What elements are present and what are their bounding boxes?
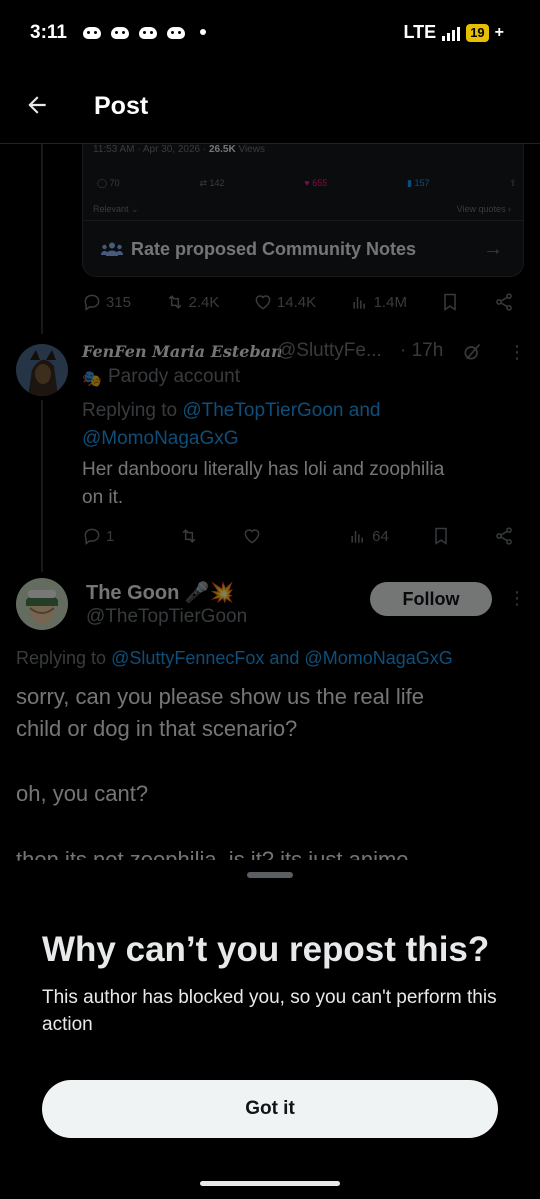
community-notes-label: Rate proposed Community Notes <box>131 239 417 259</box>
quoted-bookmarks: ▮ 157 <box>407 178 430 188</box>
views-button[interactable]: 1.4M <box>350 292 407 312</box>
avatar[interactable] <box>16 344 68 396</box>
share-icon <box>496 293 512 311</box>
bookmark-icon <box>435 527 448 545</box>
reply-button[interactable]: 315 <box>82 292 131 312</box>
parody-label: Parody account <box>108 366 241 387</box>
heart-icon <box>244 529 259 544</box>
network-label: LTE <box>403 22 437 42</box>
quoted-share-icon: ⇧ <box>509 178 517 188</box>
mention-link[interactable]: @TheTopTierGoon and <box>182 400 380 421</box>
repost-icon <box>182 529 196 543</box>
notification-icons <box>82 24 206 40</box>
reply-icon <box>84 294 100 311</box>
more-options-icon[interactable]: ⋮ <box>508 342 526 363</box>
page-title: Post <box>94 92 149 120</box>
status-bar: 3:11 LTE 19 + <box>0 0 540 68</box>
reply-button[interactable]: 1 <box>82 526 114 546</box>
parody-mask-icon: 🎭 <box>82 371 102 388</box>
author-handle[interactable]: @TheTopTierGoon <box>86 606 247 628</box>
discord-icon <box>166 24 186 40</box>
discord-icon <box>138 24 158 40</box>
views-button[interactable]: 64 <box>348 526 389 546</box>
post-text: Her danbooru literally has loli and zoop… <box>82 459 445 480</box>
battery-icon: 19 <box>466 23 489 42</box>
share-button[interactable] <box>494 526 514 546</box>
like-button[interactable]: 14.4K <box>253 292 316 312</box>
status-right: LTE 19 + <box>404 22 504 43</box>
author-name[interactable]: The Goon 🎤💥 <box>86 580 235 605</box>
charging-icon: + <box>494 23 504 41</box>
sort-relevant: Relevant ⌄ <box>93 204 139 214</box>
mention-link[interactable]: @MomoNagaGxG <box>82 425 239 453</box>
got-it-button[interactable]: Got it <box>42 1080 498 1138</box>
top-bar: Post <box>0 68 540 144</box>
more-notifications-dot <box>200 29 206 35</box>
like-button[interactable] <box>242 526 262 546</box>
replying-to: Replying to @TheTopTierGoon and <box>82 400 381 421</box>
sheet-title: Why can’t you repost this? <box>42 930 490 969</box>
quoted-post-card[interactable]: 11:53 AM · Apr 30, 2026 · 26.5K Views ◯ … <box>82 144 524 277</box>
home-indicator[interactable] <box>200 1181 340 1186</box>
share-icon <box>496 527 512 545</box>
share-button[interactable] <box>494 292 514 312</box>
bookmark-button[interactable] <box>440 292 460 312</box>
grok-icon[interactable] <box>462 342 482 362</box>
mention-link[interactable]: @SluttyFennecFox and @MomoNagaGxG <box>111 648 453 668</box>
repost-button[interactable] <box>179 526 199 546</box>
post-text: on it. <box>82 487 124 508</box>
quoted-replies: ◯ 70 <box>97 178 120 188</box>
discord-icon <box>110 24 130 40</box>
arrow-right-icon: → <box>483 238 503 260</box>
quoted-likes: ♥ 655 <box>304 178 328 188</box>
post-action-bar: 315 2.4K 14.4K 1.4M <box>82 292 514 312</box>
quoted-reposts: ⇄ 142 <box>199 178 225 188</box>
avatar[interactable] <box>16 578 68 630</box>
discord-icon <box>82 24 102 40</box>
post-text: oh, you cant? <box>16 781 149 806</box>
repost-blocked-sheet: Why can’t you repost this? This author h… <box>0 860 540 1199</box>
signal-icon <box>442 25 461 41</box>
views-icon <box>351 531 364 543</box>
thread-connector <box>41 400 43 572</box>
post-text: child or dog in that scenario? <box>16 716 298 741</box>
more-options-icon[interactable]: ⋮ <box>508 588 526 609</box>
thread-content: 11:53 AM · Apr 30, 2026 · 26.5K Views ◯ … <box>0 144 540 884</box>
heart-icon <box>255 295 271 310</box>
quoted-post-meta: 11:53 AM · Apr 30, 2026 · 26.5K Views <box>93 144 265 155</box>
author-name[interactable]: FenFen Maria Esteban <box>82 342 283 361</box>
back-arrow-icon[interactable] <box>24 92 50 118</box>
post-time[interactable]: · 17h <box>400 340 443 362</box>
reply-icon <box>84 528 100 545</box>
views-icon <box>353 297 365 309</box>
people-icon <box>101 242 123 256</box>
post-text: sorry, can you please show us the real l… <box>16 684 425 709</box>
bookmark-icon <box>444 293 457 311</box>
quoted-post-stats: ◯ 70 ⇄ 142 ♥ 655 ▮ 157 ⇧ <box>97 178 517 189</box>
author-handle[interactable]: @SluttyFe... <box>277 340 382 362</box>
thread-connector <box>41 144 43 334</box>
bookmark-button[interactable] <box>431 526 451 546</box>
repost-icon <box>168 295 181 309</box>
community-notes-row[interactable]: Rate proposed Community Notes → <box>83 220 523 276</box>
follow-button[interactable]: Follow <box>370 582 492 616</box>
replying-to: Replying to @SluttyFennecFox and @MomoNa… <box>16 648 453 668</box>
status-time: 3:11 <box>30 22 67 43</box>
post-action-bar: 1 64 <box>82 526 514 546</box>
sheet-message: This author has blocked you, so you can'… <box>42 987 497 1035</box>
view-quotes-link: View quotes › <box>456 204 511 214</box>
repost-button[interactable]: 2.4K <box>165 292 219 312</box>
sheet-drag-handle[interactable] <box>247 872 293 878</box>
